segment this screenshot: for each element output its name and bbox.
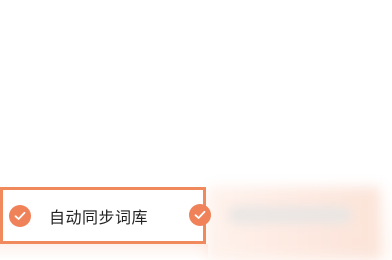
checkmark-icon[interactable] [9,204,31,227]
auto-sync-dictionary-option[interactable]: 自动同步词库 [0,187,206,244]
card-shadow [0,244,208,260]
checkmark-icon[interactable] [189,204,211,226]
blurred-content [228,206,352,224]
auto-sync-dictionary-label: 自动同步词库 [49,207,149,227]
screen: 自动同步词库 [0,0,392,260]
